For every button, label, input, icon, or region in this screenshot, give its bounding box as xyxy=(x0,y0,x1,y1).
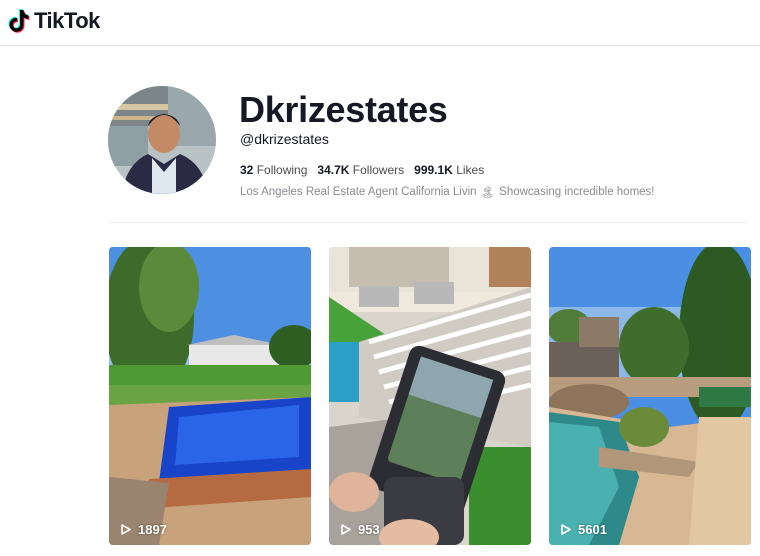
video-1-views: 1897 xyxy=(121,522,167,537)
play-icon xyxy=(561,524,571,535)
profile-stats: 32 Following 34.7K Followers 999.1K Like… xyxy=(240,163,484,177)
tiktok-note-icon xyxy=(8,9,30,33)
followers-label: Followers xyxy=(352,163,405,177)
video-thumbnail-3 xyxy=(549,247,751,545)
video-card-1[interactable]: 1897 xyxy=(109,247,311,545)
video-2-view-count: 953 xyxy=(358,522,380,537)
play-icon xyxy=(121,524,131,535)
video-3-views: 5601 xyxy=(561,522,607,537)
profile-bio: Los Angeles Real Estate Agent California… xyxy=(240,185,655,199)
followers-stat[interactable]: 34.7K Followers xyxy=(317,163,404,177)
avatar-photo xyxy=(108,86,216,194)
video-card-2[interactable]: 953 xyxy=(329,247,531,545)
island-emoji-icon: 🏝 xyxy=(480,187,496,199)
profile-divider xyxy=(108,222,748,223)
video-thumbnail-1 xyxy=(109,247,311,545)
top-navigation-bar: TikTok xyxy=(0,0,760,46)
play-icon xyxy=(341,524,351,535)
video-3-view-count: 5601 xyxy=(578,522,607,537)
following-label: Following xyxy=(256,163,308,177)
video-thumbnail-2 xyxy=(329,247,531,545)
likes-count: 999.1K xyxy=(414,163,453,177)
followers-count: 34.7K xyxy=(317,163,350,177)
profile-display-name: Dkrizestates xyxy=(239,89,448,130)
likes-label: Likes xyxy=(456,163,485,177)
video-1-view-count: 1897 xyxy=(138,522,167,537)
bio-text-start: Los Angeles Real Estate Agent California… xyxy=(240,186,477,198)
tiktok-logo[interactable]: TikTok xyxy=(8,8,100,34)
video-2-views: 953 xyxy=(341,522,380,537)
following-count: 32 xyxy=(240,163,254,177)
video-card-3[interactable]: 5601 xyxy=(549,247,751,545)
tiktok-wordmark: TikTok xyxy=(34,8,100,33)
bio-text-end: Showcasing incredible homes! xyxy=(499,186,655,198)
profile-handle: @dkrizestates xyxy=(240,131,329,147)
likes-stat: 999.1K Likes xyxy=(414,163,484,177)
following-stat[interactable]: 32 Following xyxy=(240,163,307,177)
profile-avatar[interactable] xyxy=(108,86,216,194)
